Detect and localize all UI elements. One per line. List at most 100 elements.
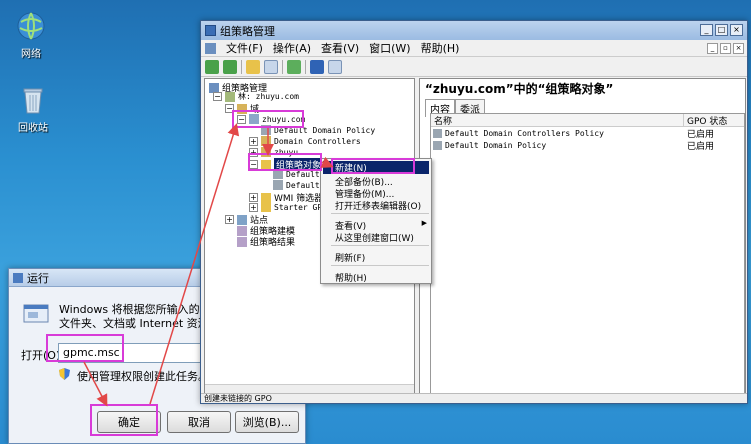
tree-ou-zhuyu[interactable]: + zhuyu <box>249 147 298 157</box>
run-icon <box>13 272 23 283</box>
tree-starter-gpo[interactable]: + Starter GPO <box>249 202 327 212</box>
gpo-list: 名称 GPO 状态 Default Domain Controllers Pol… <box>430 113 745 395</box>
toolbar-separator <box>282 59 283 74</box>
ou-icon <box>261 147 271 157</box>
menu-file[interactable]: 文件(F) <box>226 40 263 56</box>
menu-separator <box>331 213 429 214</box>
menu-item-new[interactable]: 新建(N) <box>323 161 429 174</box>
folder-icon <box>261 202 271 212</box>
folder-icon <box>261 159 271 170</box>
back-icon[interactable] <box>205 59 219 74</box>
menu-item-new-window[interactable]: 从这里创建窗口(W) <box>335 231 414 244</box>
expand-toggle[interactable]: + <box>225 215 234 224</box>
gpo-icon <box>273 180 283 190</box>
minimize-button[interactable]: _ <box>700 24 713 36</box>
globe-icon <box>15 10 47 42</box>
browse-button[interactable]: 浏览(B)... <box>235 411 299 433</box>
collapse-toggle[interactable]: − <box>225 104 234 113</box>
results-icon <box>237 236 247 247</box>
refresh-icon[interactable] <box>287 59 301 74</box>
submenu-arrow-icon: ▶ <box>421 219 427 227</box>
tree-domain-controllers[interactable]: + Domain Controllers <box>249 136 361 146</box>
expand-toggle[interactable]: + <box>249 202 258 212</box>
console-icon <box>205 42 216 54</box>
column-name[interactable]: 名称 <box>431 114 684 127</box>
tree-label: Domain Controllers <box>274 136 361 146</box>
tree-domain[interactable]: − zhuyu.com <box>237 114 305 124</box>
sites-icon <box>237 214 247 225</box>
menu-item-migration-editor[interactable]: 打开迁移表编辑器(O) <box>335 199 421 212</box>
menu-item-refresh[interactable]: 刷新(F) <box>335 251 365 264</box>
status-bar: 创建未链接的 GPO <box>201 393 747 403</box>
column-status[interactable]: GPO 状态 <box>684 114 727 127</box>
expand-toggle[interactable]: + <box>249 147 258 157</box>
tree-gpo-child[interactable]: Default <box>273 169 320 179</box>
properties-icon[interactable] <box>328 59 342 74</box>
tree-label: Default <box>286 180 320 190</box>
tree-forest[interactable]: − 林: zhuyu.com <box>213 91 299 102</box>
folder-icon <box>261 192 271 203</box>
collapse-toggle[interactable]: − <box>249 160 258 169</box>
details-pane: “zhuyu.com”中的“组策略对象” 内容 委派 名称 GPO 状态 Def… <box>419 78 746 396</box>
toolbar <box>201 57 747 77</box>
desktop-label: 回收站 <box>18 123 48 134</box>
tree-label: Default <box>286 169 320 179</box>
tree-gpo-child[interactable]: Default <box>273 180 320 190</box>
tree-default-domain-policy[interactable]: Default Domain Policy <box>261 125 375 135</box>
maximize-button[interactable]: □ <box>715 24 728 36</box>
tree-results[interactable]: 组策略结果 <box>237 235 295 248</box>
desktop-icon-recycle-bin[interactable]: 回收站 <box>10 84 56 134</box>
ou-icon <box>261 136 271 146</box>
close-button[interactable]: × <box>730 24 743 36</box>
help-icon[interactable] <box>310 59 324 74</box>
tree-label: zhuyu <box>274 147 299 157</box>
expand-toggle[interactable]: + <box>249 136 258 146</box>
menu-window[interactable]: 窗口(W) <box>369 40 410 56</box>
gpmc-titlebar[interactable]: 组策略管理 _ □ × <box>201 21 747 40</box>
gpmc-window: 组策略管理 _ □ × 文件(F) 操作(A) 查看(V) 窗口(W) 帮助(H… <box>200 20 748 404</box>
gpo-status: 已启用 <box>687 141 715 152</box>
menu-bar: 文件(F) 操作(A) 查看(V) 窗口(W) 帮助(H) _ ▫ × <box>201 40 747 57</box>
up-folder-icon[interactable] <box>246 59 260 74</box>
child-minimize-button[interactable]: _ <box>707 42 718 54</box>
toolbar-separator <box>305 59 306 74</box>
child-close-button[interactable]: × <box>733 42 744 54</box>
forest-icon <box>225 91 235 102</box>
expand-toggle[interactable]: + <box>249 193 258 202</box>
menu-help[interactable]: 帮助(H) <box>421 40 460 56</box>
show-tree-icon[interactable] <box>264 59 278 74</box>
list-header: 名称 GPO 状态 <box>431 114 744 127</box>
gpo-icon <box>273 169 283 179</box>
collapse-toggle[interactable]: − <box>213 92 222 101</box>
ok-button[interactable]: 确定 <box>97 411 161 433</box>
gpo-name: Default Domain Policy <box>445 140 547 150</box>
menu-view[interactable]: 查看(V) <box>321 40 359 56</box>
gpmc-app-icon <box>205 25 216 36</box>
shield-icon <box>59 368 70 380</box>
child-restore-button[interactable]: ▫ <box>720 42 731 54</box>
gpo-link-icon <box>261 125 271 135</box>
desktop-icon-network[interactable]: 网络 <box>8 10 54 60</box>
context-menu: 新建(N) 全部备份(B)... 管理备份(M)... 打开迁移表编辑器(O) … <box>320 158 432 284</box>
forward-icon[interactable] <box>223 59 237 74</box>
desktop-label: 网络 <box>21 49 41 60</box>
tree-label: zhuyu.com <box>262 114 306 124</box>
menu-item-help[interactable]: 帮助(H) <box>335 271 367 284</box>
tree-label: 组策略结果 <box>250 238 296 248</box>
run-program-icon <box>23 303 49 325</box>
gpo-name: Default Domain Controllers Policy <box>445 128 604 138</box>
domain-icon <box>249 114 259 124</box>
table-row[interactable]: Default Domain Policy 已启用 <box>431 139 744 152</box>
admin-note: 使用管理权限创建此任务。 <box>77 370 209 383</box>
collapse-toggle[interactable]: − <box>237 114 246 124</box>
menu-separator <box>331 245 429 246</box>
tree-label: Default Domain Policy <box>274 125 376 135</box>
tree-label: 林: zhuyu.com <box>238 92 299 101</box>
gpmc-title: 组策略管理 <box>220 24 275 38</box>
cancel-button[interactable]: 取消 <box>167 411 231 433</box>
table-row[interactable]: Default Domain Controllers Policy 已启用 <box>431 127 744 140</box>
menu-separator <box>331 265 429 266</box>
modeling-icon <box>237 225 247 236</box>
menu-action[interactable]: 操作(A) <box>273 40 311 56</box>
domains-icon <box>237 103 247 114</box>
